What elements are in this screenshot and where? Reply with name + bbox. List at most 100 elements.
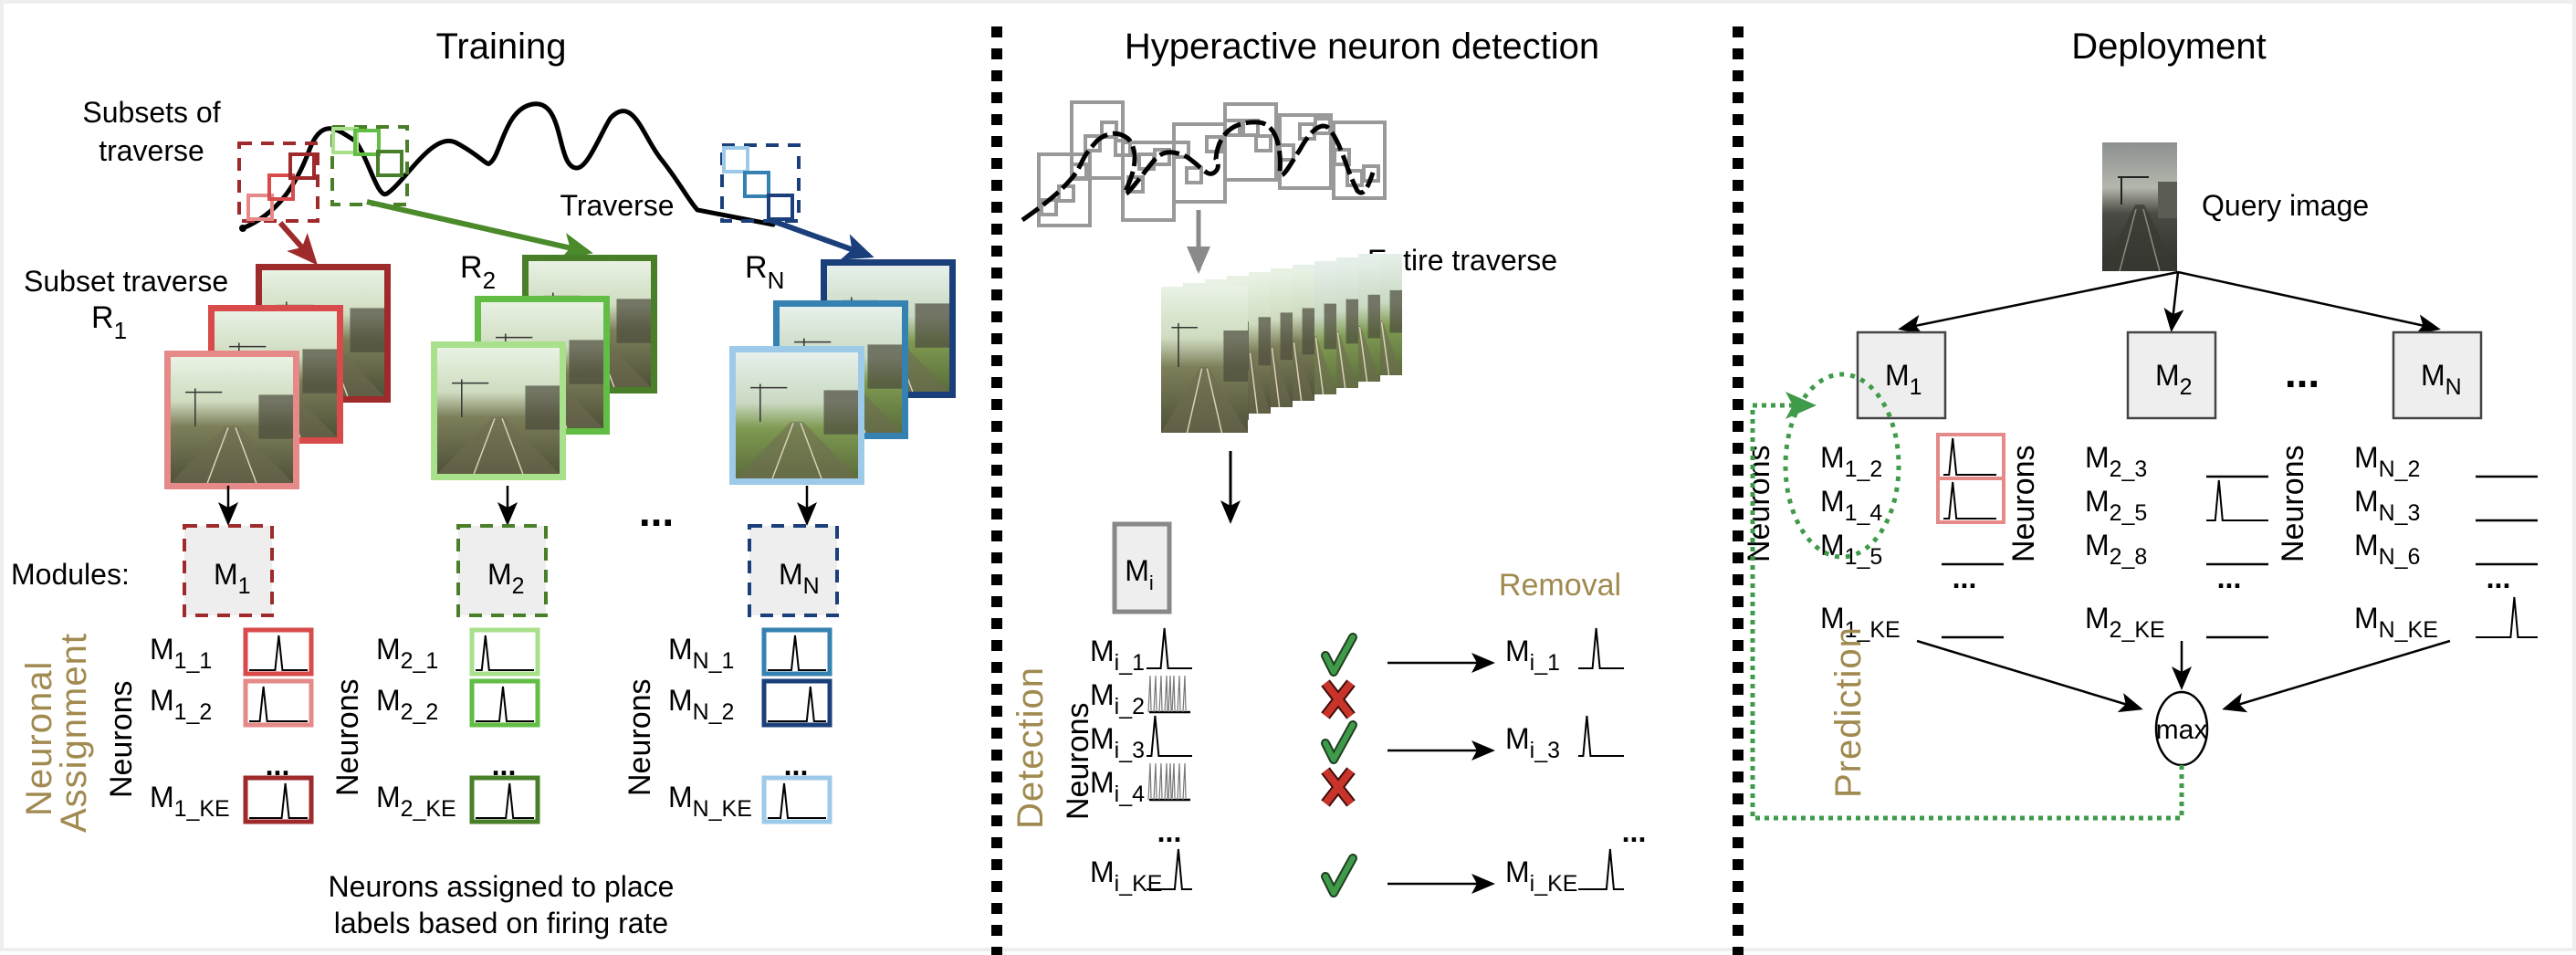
divider-dash xyxy=(991,421,1002,432)
divider-dash xyxy=(991,311,1002,322)
divider-dash xyxy=(1733,289,1744,300)
neuron-label: M2_3 xyxy=(2085,441,2147,482)
divider-dash xyxy=(1733,903,1744,914)
spike xyxy=(1168,675,1172,713)
svg-text:Neurons: Neurons xyxy=(330,678,365,796)
query-image-label: Query image xyxy=(2202,189,2369,222)
divider-dash xyxy=(991,48,1002,59)
training-panel: Training Subsets of traverse Traverse Su… xyxy=(11,26,956,939)
detection-row-i_2: Mi_2 xyxy=(1090,675,1356,719)
svg-text:Neurons: Neurons xyxy=(2276,445,2310,562)
divider-dash xyxy=(1733,399,1744,410)
neuron-label: Mi_3 xyxy=(1090,722,1145,763)
neurons-axis-label: Neurons xyxy=(1742,445,1776,562)
spike xyxy=(1153,762,1157,801)
spike xyxy=(1171,762,1176,801)
spike xyxy=(1177,675,1181,713)
query-to-module-arrows xyxy=(1898,270,2441,335)
divider-dash xyxy=(991,728,1002,739)
traverse-window-small xyxy=(1057,184,1075,203)
detection-row-i_4: Mi_4 xyxy=(1090,762,1356,807)
prediction-section-label: Prediction xyxy=(1828,626,1869,798)
spike xyxy=(1168,762,1172,801)
detection-neurons-axis: Neurons xyxy=(1061,702,1095,820)
divider-dash xyxy=(1733,421,1744,432)
divider-dash xyxy=(1733,859,1744,870)
spike xyxy=(1158,762,1163,801)
divider-dash xyxy=(991,355,1002,366)
firing-rate-plot xyxy=(1147,715,1192,757)
kept-neuron-label: Mi_KE xyxy=(1505,855,1577,897)
neurons-axis-label: Neurons xyxy=(623,678,657,796)
spike xyxy=(1164,675,1168,713)
spike xyxy=(1158,675,1163,713)
firing-rate-box xyxy=(469,775,540,824)
divider-dash xyxy=(1733,728,1744,739)
neuron-label: MN_6 xyxy=(2354,529,2420,570)
spike xyxy=(1177,762,1181,801)
divider-dash xyxy=(991,640,1002,651)
neurons-axis-label: Neurons xyxy=(330,678,365,796)
divider-dash xyxy=(1733,640,1744,651)
spike xyxy=(1171,675,1176,713)
divider-dash xyxy=(1733,224,1744,235)
subsets-label-line1: Subsets of xyxy=(82,96,220,129)
divider-dash xyxy=(1733,48,1744,59)
detection-panel: Hyperactive neuron detection Entire trav… xyxy=(1011,26,1646,897)
neurons-ellipsis: ... xyxy=(2487,561,2511,594)
divider-dash xyxy=(991,925,1002,936)
route-stack-1: R1 xyxy=(91,264,391,526)
divider-dash xyxy=(991,684,1002,695)
neuron-label: M1_4 xyxy=(1820,485,1882,526)
neuron-label: M2_5 xyxy=(2085,485,2147,526)
firing-rate-box xyxy=(761,678,832,728)
traverse-window xyxy=(1223,102,1278,182)
divider-dash xyxy=(991,618,1002,629)
arrow-to-r2 xyxy=(366,199,593,260)
divider-dash xyxy=(991,377,1002,388)
arrow-to-r1 xyxy=(277,221,318,266)
query-arrow xyxy=(2163,271,2184,332)
svg-text:Neurons: Neurons xyxy=(104,680,139,798)
divider-dash xyxy=(1733,70,1744,81)
subsets-label-line2: traverse xyxy=(99,134,204,167)
entire-traverse-frames xyxy=(1161,254,1402,434)
spike xyxy=(1147,675,1152,713)
divider-dash xyxy=(1733,881,1744,892)
neuron-label: M2_KE xyxy=(2085,602,2165,643)
divider-dash xyxy=(991,333,1002,344)
divider-dash xyxy=(991,92,1002,103)
highlighted-neuron-box xyxy=(1936,433,2005,480)
divider-dash xyxy=(991,268,1002,278)
neuron-label: M1_1 xyxy=(150,633,212,674)
divider-dash xyxy=(1733,92,1744,103)
divider-dash xyxy=(1733,815,1744,826)
divider-dash xyxy=(991,136,1002,147)
neurons-ellipsis: ... xyxy=(2217,561,2242,594)
neuron-label: Mi_2 xyxy=(1090,678,1145,719)
route-stack-2: R2 xyxy=(431,250,657,526)
traverse-image xyxy=(171,357,293,484)
divider-dash xyxy=(1733,268,1744,278)
neurons-ellipsis: ... xyxy=(266,749,290,782)
spike xyxy=(1147,762,1152,801)
traverse-image xyxy=(736,352,858,479)
divider-dash xyxy=(1733,925,1744,936)
deploy-modules-ellipsis: ... xyxy=(2285,349,2319,396)
training-title: Training xyxy=(435,26,566,67)
divider-dash xyxy=(991,443,1002,454)
route-label-2: R2 xyxy=(460,250,496,294)
divider-dash xyxy=(1733,377,1744,388)
entire-traverse-windows xyxy=(1037,100,1387,227)
divider-dash xyxy=(991,771,1002,782)
neuron-group-2: Neurons M2_1 M2_2 M2_KE... xyxy=(330,627,540,824)
neuron-label: M1_2 xyxy=(150,684,212,725)
deployment-panel: Deployment Query image M1 M2 MN ... Neuron… xyxy=(1742,26,2538,821)
divider-dash xyxy=(991,530,1002,541)
spike xyxy=(1182,675,1187,713)
svg-text:Neurons: Neurons xyxy=(1742,445,1776,562)
traverse-window-small xyxy=(1185,166,1203,184)
neuron-label: MN_KE xyxy=(668,781,752,822)
module-box-n: MN xyxy=(748,524,839,617)
figure: Training Subsets of traverse Traverse Su… xyxy=(0,0,2576,955)
